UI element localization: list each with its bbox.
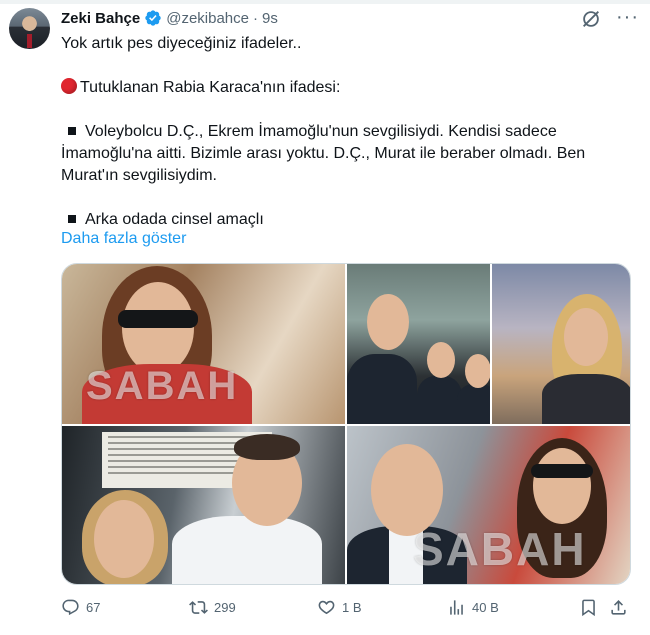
photo-shirt xyxy=(172,516,322,584)
sabah-watermark: SABAH xyxy=(413,523,587,575)
tweet-time[interactable]: 9s xyxy=(262,10,278,27)
sabah-watermark: SABAH xyxy=(86,364,239,408)
photo-men-group[interactable] xyxy=(347,264,490,424)
previous-tweet-border xyxy=(0,0,650,4)
tweet-line-3: Voleybolcu D.Ç., Ekrem İmamoğlu'nun sevg… xyxy=(61,123,586,184)
share-button[interactable] xyxy=(609,598,628,617)
photo-man-and-woman[interactable]: SABAH xyxy=(347,426,630,584)
tweet-line-4: Arka odada cinsel amaçlı xyxy=(85,211,264,228)
photo-face xyxy=(564,308,608,366)
red-circle-emoji-icon xyxy=(61,78,77,94)
photo-sunglasses xyxy=(531,464,593,478)
photo-face xyxy=(122,282,194,374)
show-more-link[interactable]: Daha fazla göster xyxy=(61,230,186,248)
grok-icon[interactable] xyxy=(580,8,602,30)
tweet-line-2: Tutuklanan Rabia Karaca'nın ifadesi: xyxy=(80,79,341,96)
photo-suit xyxy=(347,354,417,424)
author-handle[interactable]: @zekibahce xyxy=(166,10,249,27)
photo-sunglasses xyxy=(118,310,198,328)
header-separator: · xyxy=(253,9,258,27)
retweet-button[interactable]: 299 xyxy=(189,598,236,617)
avatar-tie xyxy=(27,34,32,48)
photo-face xyxy=(94,500,154,578)
photo-hair xyxy=(234,434,300,460)
reply-icon xyxy=(62,599,79,616)
photo-face xyxy=(533,448,591,524)
like-button[interactable]: 1 B xyxy=(317,598,362,617)
views-icon xyxy=(450,600,463,615)
photo-jacket xyxy=(542,374,630,424)
media-grid: SABAH SABAH xyxy=(61,263,631,585)
tweet-text: Yok artık pes diyeceğiniz ifadeler.. Tut… xyxy=(61,33,621,231)
like-icon xyxy=(318,600,335,615)
reply-count: 67 xyxy=(86,600,101,615)
photo-document-collage[interactable] xyxy=(62,426,345,584)
views-count: 40 B xyxy=(472,600,499,615)
square-bullet-icon xyxy=(68,214,76,223)
retweet-count: 299 xyxy=(214,600,236,615)
square-bullet-icon xyxy=(68,126,76,135)
verified-badge-icon xyxy=(145,10,161,26)
tweet-line-1: Yok artık pes diyeceğiniz ifadeler.. xyxy=(61,35,302,52)
like-count: 1 B xyxy=(342,600,362,615)
tweet-header: Zeki Bahçe @zekibahce · 9s xyxy=(61,9,278,27)
bookmark-button[interactable] xyxy=(579,598,598,617)
bookmark-icon xyxy=(582,599,595,617)
retweet-icon xyxy=(189,601,208,614)
photo-suit xyxy=(457,384,490,424)
photo-woman-sunglasses[interactable]: SABAH xyxy=(62,264,345,424)
photo-suit xyxy=(417,376,462,424)
author-name[interactable]: Zeki Bahçe xyxy=(61,10,140,27)
photo-woman-plane-window[interactable] xyxy=(492,264,630,424)
photo-face xyxy=(465,354,490,388)
tweet-actions: 67 299 1 B 40 B xyxy=(61,598,631,620)
views-button[interactable]: 40 B xyxy=(447,598,499,617)
share-icon xyxy=(611,600,626,615)
more-icon[interactable]: ··· xyxy=(616,6,639,29)
author-avatar[interactable] xyxy=(9,8,50,49)
reply-button[interactable]: 67 xyxy=(61,598,100,617)
photo-face xyxy=(427,342,455,378)
photo-face xyxy=(367,294,409,350)
